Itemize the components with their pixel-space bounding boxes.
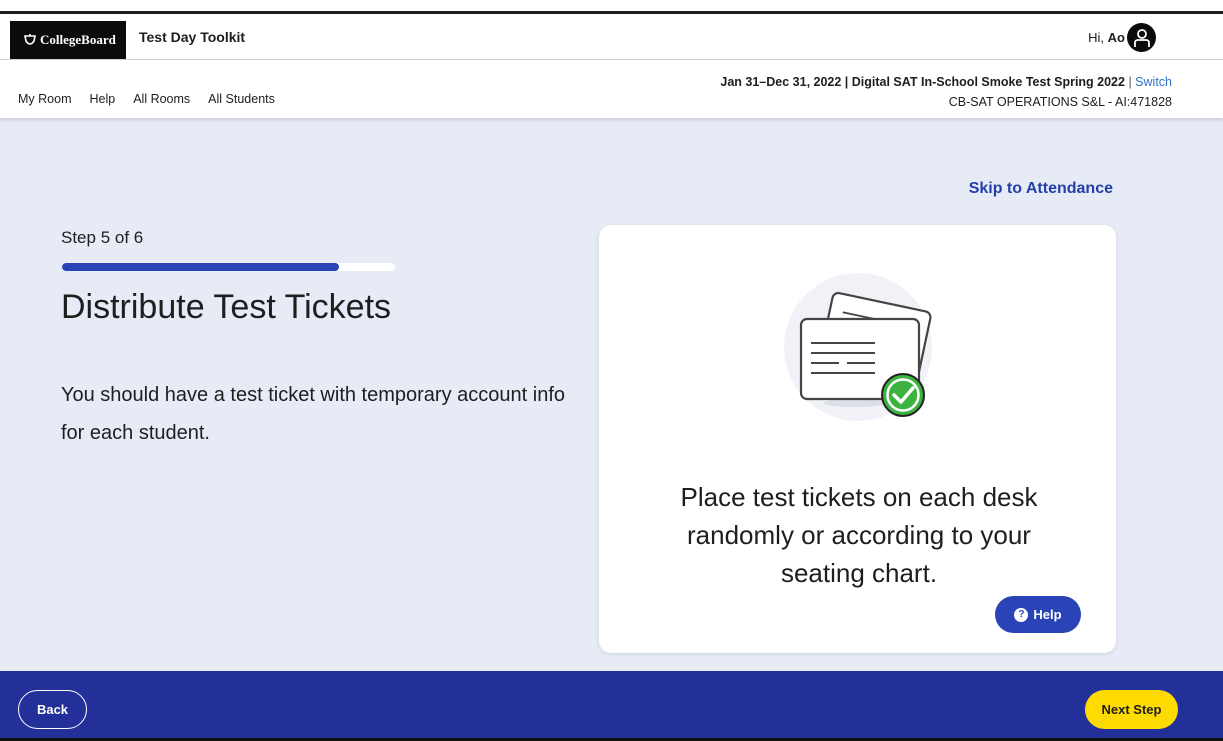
- separator: |: [1124, 75, 1136, 89]
- question-icon: ?: [1014, 607, 1029, 622]
- acorn-icon: [24, 33, 36, 45]
- nav-link-my-room[interactable]: My Room: [18, 92, 71, 106]
- organization-label: CB-SAT OPERATIONS S&L - AI:471828: [948, 95, 1172, 109]
- event-line: Jan 31–Dec 31, 2022 | Digital SAT In-Sch…: [720, 72, 1172, 92]
- collegeboard-logo[interactable]: CollegeBoard: [10, 21, 126, 59]
- logo-text: CollegeBoard: [40, 32, 116, 47]
- progress-fill: [62, 263, 340, 271]
- progress-bar: [62, 263, 395, 271]
- app-title: Test Day Toolkit: [139, 29, 246, 45]
- back-button[interactable]: Back: [18, 690, 87, 729]
- event-name: Jan 31–Dec 31, 2022 | Digital SAT In-Sch…: [720, 75, 1125, 89]
- window-top-border: [0, 0, 1223, 14]
- nav-link-all-students[interactable]: All Students: [208, 92, 275, 106]
- user-name: Ao: [1107, 30, 1125, 45]
- nav-links: My Room Help All Rooms All Students: [18, 92, 275, 106]
- card-instruction-text: Place test tickets on each desk randomly…: [680, 482, 1038, 588]
- test-ticket-illustration-icon: [784, 273, 932, 421]
- nav-link-all-rooms[interactable]: All Rooms: [133, 92, 190, 106]
- user-greeting: Hi, Ao: [1088, 30, 1125, 45]
- step-description: You should have a test ticket with tempo…: [61, 384, 565, 444]
- switch-link[interactable]: Switch: [1135, 75, 1172, 89]
- instruction-card: Place test tickets on each desk randomly…: [599, 225, 1116, 653]
- nav-bar: My Room Help All Rooms All Students Jan …: [0, 60, 1223, 118]
- main-content: Skip to Attendance Step 5 of 6 Distribut…: [0, 118, 1223, 671]
- user-avatar-button[interactable]: [1127, 23, 1156, 52]
- event-context: Jan 31–Dec 31, 2022 | Digital SAT In-Sch…: [720, 72, 1172, 112]
- help-button[interactable]: ? Help: [995, 596, 1081, 633]
- skip-to-attendance-link[interactable]: Skip to Attendance: [969, 180, 1113, 198]
- page-title: Distribute Test Tickets: [61, 288, 392, 326]
- step-indicator: Step 5 of 6: [61, 228, 144, 247]
- next-step-button[interactable]: Next Step: [1085, 690, 1178, 729]
- user-icon: [1133, 28, 1150, 47]
- greeting-prefix: Hi,: [1088, 30, 1108, 45]
- nav-link-help[interactable]: Help: [89, 92, 115, 106]
- footer-bar: Back Next Step: [0, 671, 1223, 741]
- top-bar: CollegeBoard Test Day Toolkit Hi, Ao: [0, 17, 1223, 60]
- help-button-label: Help: [1033, 607, 1062, 622]
